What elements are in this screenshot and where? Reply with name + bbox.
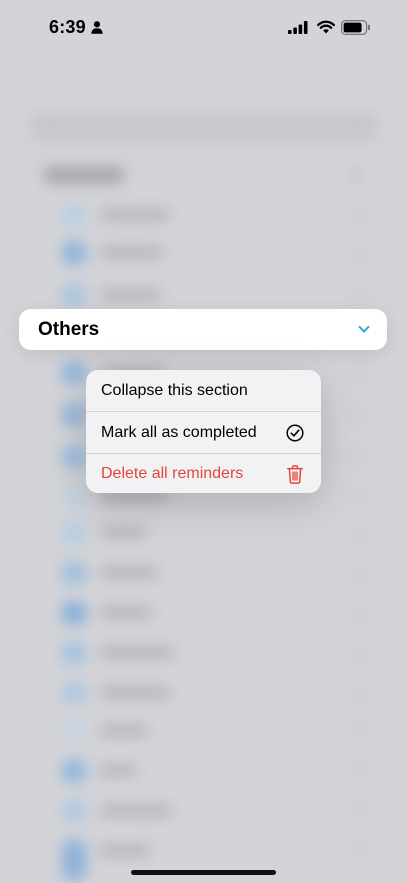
blurred-row — [60, 520, 370, 546]
blurred-row — [60, 718, 370, 744]
mark-all-completed-menu-item[interactable]: Mark all as completed — [86, 412, 321, 453]
menu-item-label: Delete all reminders — [101, 465, 244, 482]
checkmark-circle-icon — [286, 424, 304, 442]
status-time: 6:39 — [49, 17, 86, 37]
blurred-row — [60, 640, 370, 666]
trash-icon — [287, 465, 303, 484]
person-icon — [91, 21, 103, 34]
blurred-row — [60, 240, 370, 266]
blurred-row — [60, 680, 370, 706]
blurred-section-header — [44, 166, 124, 184]
section-title: Others — [38, 319, 100, 340]
blurred-row — [60, 798, 370, 824]
blurred-chevron — [350, 170, 364, 180]
delete-all-reminders-menu-item[interactable]: Delete all reminders — [86, 454, 321, 493]
blurred-row — [60, 282, 370, 308]
others-section-header[interactable]: Others — [19, 309, 387, 350]
status-bar: 6:39 — [0, 0, 407, 56]
blurred-row — [60, 600, 370, 626]
menu-item-label: Mark all as completed — [101, 424, 257, 441]
blurred-search-bar — [30, 112, 378, 142]
cellular-signal-icon — [288, 21, 308, 34]
chevron-down-icon[interactable] — [358, 325, 370, 334]
home-indicator[interactable] — [131, 870, 276, 875]
blurred-row — [60, 560, 370, 586]
blurred-row — [60, 202, 370, 228]
wifi-icon — [317, 20, 335, 34]
context-menu: Collapse this section Mark all as comple… — [86, 370, 321, 493]
blurred-row — [60, 758, 370, 784]
battery-icon — [341, 20, 370, 35]
collapse-section-menu-item[interactable]: Collapse this section — [86, 370, 321, 411]
menu-item-label: Collapse this section — [101, 382, 248, 399]
